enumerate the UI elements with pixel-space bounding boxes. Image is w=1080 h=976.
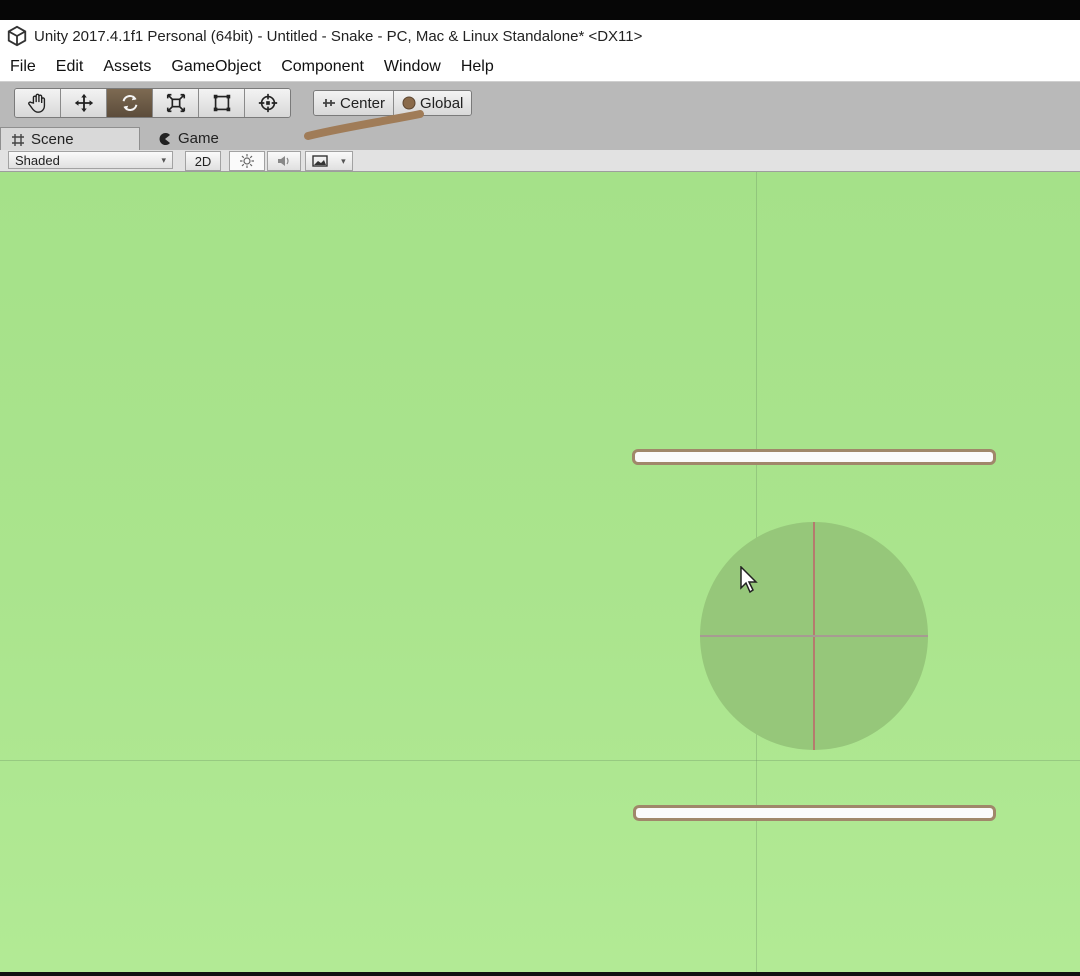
pivot-controls: Center Global [313,90,473,116]
window-title: Unity 2017.4.1f1 Personal (64bit) - Unti… [34,27,643,45]
menu-window[interactable]: Window [374,58,451,76]
screen-top-bezel [0,0,1080,20]
window-titlebar: Unity 2017.4.1f1 Personal (64bit) - Unti… [0,20,1080,52]
globe-icon [402,96,416,110]
menu-file[interactable]: File [0,58,46,76]
move-tool-button[interactable] [61,89,107,117]
tab-scene[interactable]: Scene [0,127,140,151]
transform-tool-icon [258,93,277,113]
chevron-down-icon: ▾ [341,155,346,166]
scene-toolbar: Shaded ▾ 2D ▾ [0,150,1080,172]
menu-assets[interactable]: Assets [93,58,161,76]
bottom-paddle[interactable] [633,805,996,821]
rect-tool-button[interactable] [199,89,245,117]
ball[interactable] [700,522,928,750]
hand-tool-button[interactable] [15,89,61,117]
transform-tools [14,88,291,118]
pacman-icon [159,132,170,145]
unity-logo-icon [7,25,27,47]
tab-game[interactable]: Game [148,127,229,150]
space-global-label: Global [420,94,464,112]
menu-edit[interactable]: Edit [46,58,94,76]
main-toolbar: Center Global [0,82,1080,124]
tab-game-label: Game [178,130,219,147]
screen-bottom-bezel [0,972,1080,976]
view-tabs: Scene Game [0,124,1080,151]
speaker-icon [278,156,289,166]
shading-mode-label: Shaded [15,152,60,168]
menu-component[interactable]: Component [271,58,374,76]
rotate-tool-button[interactable] [107,89,153,117]
ball-axis-horizontal [700,635,928,637]
2d-toggle-label: 2D [194,153,212,169]
mouse-cursor-icon [740,566,758,594]
top-paddle[interactable] [632,449,996,465]
lighting-toggle-button[interactable] [229,151,265,171]
pivot-center-button[interactable]: Center [314,91,394,115]
audio-toggle-button[interactable] [267,151,301,171]
tab-scene-label: Scene [31,131,74,148]
menu-gameobject[interactable]: GameObject [161,58,271,76]
image-effects-icon [312,155,329,167]
sun-icon [240,154,254,168]
space-global-button[interactable]: Global [393,91,472,115]
shading-mode-dropdown[interactable]: Shaded ▾ [8,151,173,169]
2d-toggle-button[interactable]: 2D [185,151,221,171]
pivot-center-label: Center [340,94,386,112]
move-arrows-icon [74,93,93,113]
transform-tool-button[interactable] [245,89,290,117]
scale-tool-button[interactable] [153,89,199,117]
effects-dropdown[interactable]: ▾ [305,151,353,171]
scale-icon [166,93,185,113]
grid-hash-icon [12,133,24,146]
hand-icon [27,93,45,113]
scene-view[interactable] [0,172,1080,972]
chevron-down-icon: ▾ [161,154,166,165]
rect-tool-icon [213,94,230,112]
rotate-icon [122,95,137,111]
pivot-icon [323,99,335,107]
menu-bar: File Edit Assets GameObject Component Wi… [0,52,1080,82]
grid-axis-horizontal [0,760,1080,761]
menu-help[interactable]: Help [451,58,504,76]
